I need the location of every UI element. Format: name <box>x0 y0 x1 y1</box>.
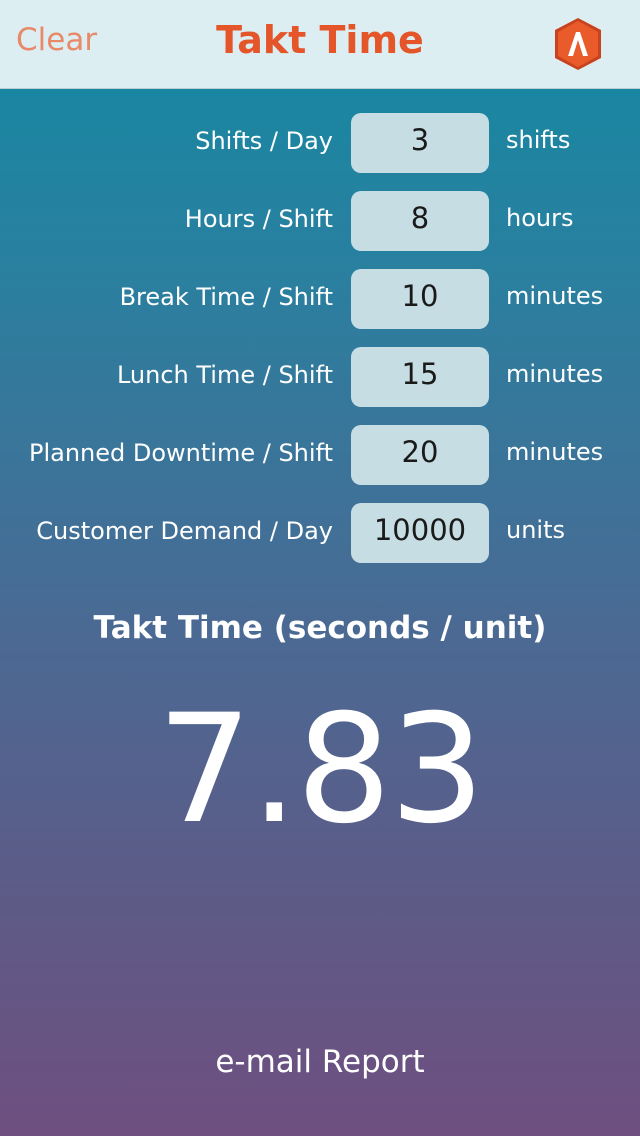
nav-bar: Clear Takt Time <box>0 0 640 89</box>
email-report-button[interactable]: e-mail Report <box>0 1044 640 1080</box>
form-row-customer-demand: Customer Demand / Day units <box>0 503 640 563</box>
lunch-time-input[interactable] <box>351 347 489 407</box>
unit-label: minutes <box>506 360 604 388</box>
app-logo-icon[interactable] <box>552 16 604 72</box>
takt-time-value: 7.83 <box>157 683 485 857</box>
field-label: Planned Downtime / Shift <box>28 439 333 467</box>
field-label: Customer Demand / Day <box>36 517 333 545</box>
unit-label: units <box>506 516 566 544</box>
shifts-per-day-input[interactable] <box>351 113 489 173</box>
form-row-break-time: Break Time / Shift minutes <box>0 269 640 329</box>
unit-label: minutes <box>506 282 604 310</box>
unit-label: shifts <box>506 126 571 154</box>
hours-per-shift-input[interactable] <box>351 191 489 251</box>
form-row-planned-downtime: Planned Downtime / Shift minutes <box>0 425 640 485</box>
unit-label: hours <box>506 204 574 232</box>
customer-demand-input[interactable] <box>351 503 489 563</box>
planned-downtime-input[interactable] <box>351 425 489 485</box>
field-label: Shifts / Day <box>195 127 333 155</box>
break-time-input[interactable] <box>351 269 489 329</box>
page-title: Takt Time <box>216 18 424 62</box>
unit-label: minutes <box>506 438 604 466</box>
app-logo-icon-graphic <box>555 18 601 70</box>
field-label: Hours / Shift <box>184 205 333 233</box>
form-row-lunch-time: Lunch Time / Shift minutes <box>0 347 640 407</box>
field-label: Lunch Time / Shift <box>116 361 333 389</box>
field-label: Break Time / Shift <box>119 283 333 311</box>
form-row-shifts-per-day: Shifts / Day shifts <box>0 113 640 173</box>
result-label: Takt Time (seconds / unit) <box>93 610 547 646</box>
form-row-hours-per-shift: Hours / Shift hours <box>0 191 640 251</box>
